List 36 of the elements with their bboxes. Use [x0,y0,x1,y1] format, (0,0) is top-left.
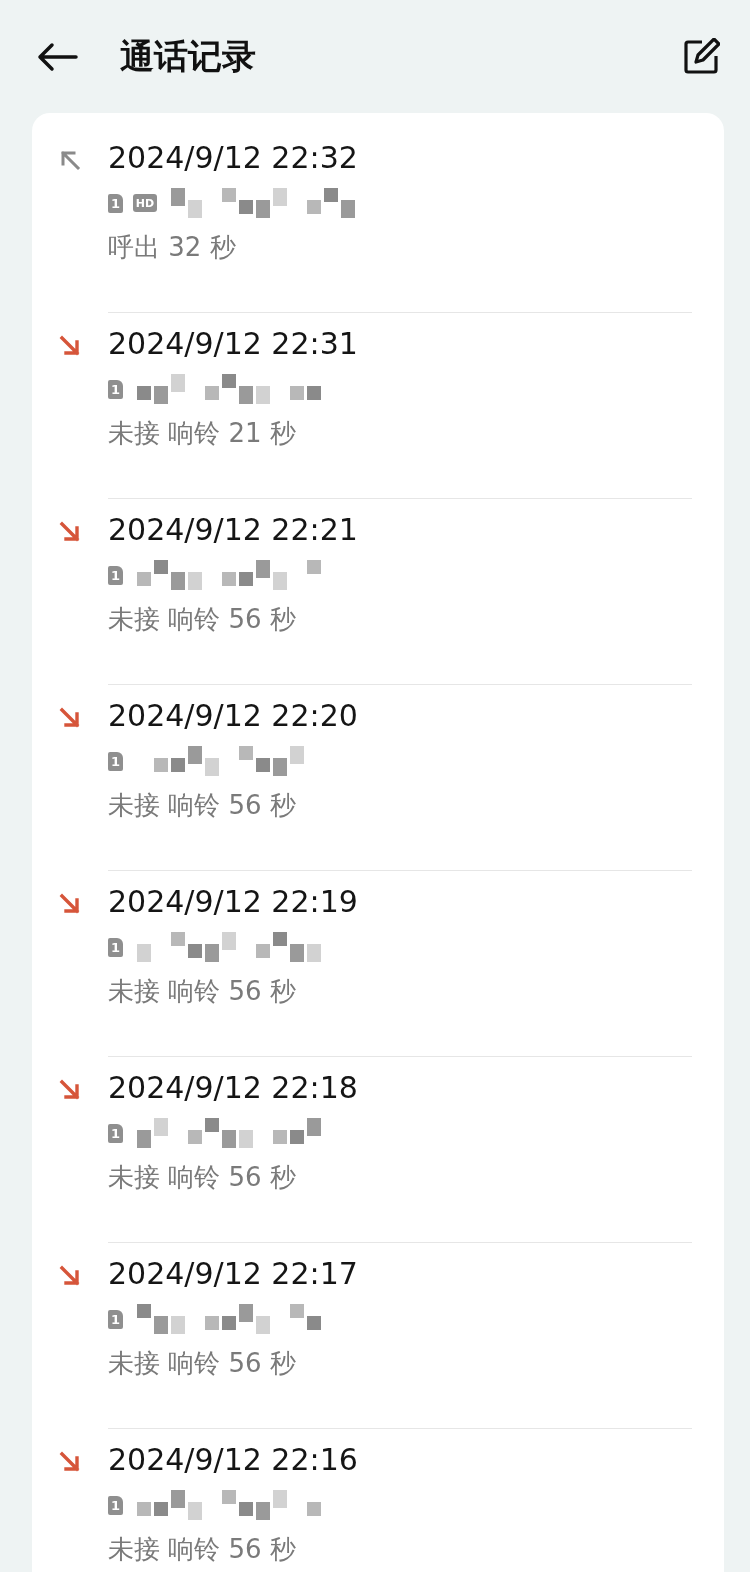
sim-badge: 1 [108,1495,123,1515]
call-status: 未接 响铃 56 秒 [108,975,297,1008]
call-status: 未接 响铃 56 秒 [108,1347,297,1380]
missed-call-icon [59,1451,81,1473]
missed-call-icon [59,335,81,357]
call-status: 未接 响铃 56 秒 [108,603,297,636]
sim-badge: 1 [108,193,123,213]
sim-badge: 1 [108,379,123,399]
call-status: 未接 响铃 56 秒 [108,789,297,822]
hd-badge: HD [133,194,157,212]
call-time: 2024/9/12 22:31 [108,325,359,363]
missed-call-icon [59,1079,81,1101]
sim-badge: 1 [108,1309,123,1329]
call-time: 2024/9/12 22:21 [108,511,359,549]
outgoing-call-icon [59,149,81,171]
call-time: 2024/9/12 22:16 [108,1441,359,1479]
call-status: 未接 响铃 21 秒 [108,417,297,450]
back-icon[interactable] [36,41,78,72]
missed-call-icon [59,1265,81,1287]
call-status: 未接 响铃 56 秒 [108,1161,297,1194]
call-time: 2024/9/12 22:17 [108,1255,359,1293]
sim-badge: 1 [108,565,123,585]
sim-badge: 1 [108,937,123,957]
sim-badge: 1 [108,751,123,771]
call-status: 呼出 32 秒 [108,231,237,264]
call-time: 2024/9/12 22:20 [108,697,359,735]
missed-call-icon [59,893,81,915]
missed-call-icon [59,521,81,543]
call-status: 未接 响铃 56 秒 [108,1533,297,1566]
screen-title: 通话记录 [120,34,257,78]
call-time: 2024/9/12 22:19 [108,883,359,921]
edit-icon[interactable] [682,37,720,76]
call-time: 2024/9/12 22:32 [108,139,359,177]
call-time: 2024/9/12 22:18 [108,1069,359,1107]
sim-badge: 1 [108,1123,123,1143]
missed-call-icon [59,707,81,729]
